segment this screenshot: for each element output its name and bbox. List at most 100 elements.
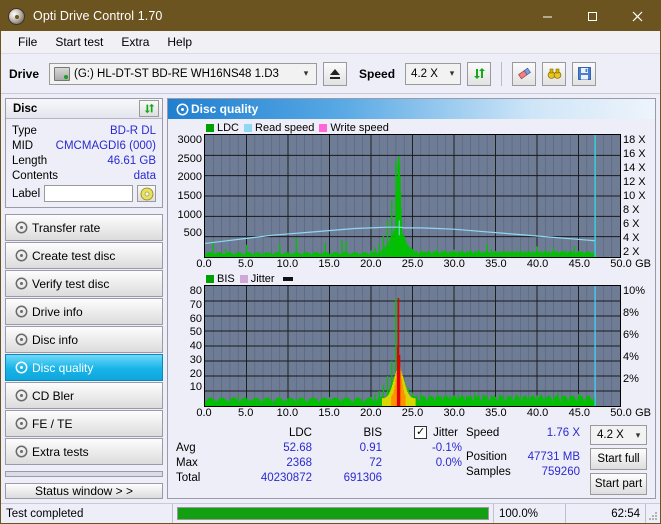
y-axis-right-bottom: 10% 8% 6% 4% 2% 0 <box>621 285 653 407</box>
resize-grip-icon[interactable] <box>646 504 660 523</box>
stats-row-speed: Speed 1.76 X <box>466 425 586 440</box>
y-tick: 10 <box>189 381 202 394</box>
y2-tick: 6% <box>623 329 639 341</box>
y2-tick: 6 X <box>623 218 640 230</box>
app-disc-icon <box>8 7 25 25</box>
progress-fill <box>178 508 488 519</box>
stats-header-bis: BIS <box>363 426 382 439</box>
sidebar-item-label: FE / TE <box>32 416 73 431</box>
menu-item-start-test[interactable]: Start test <box>46 33 112 51</box>
sidebar-item-cd-bler[interactable]: CD Bler <box>5 382 163 409</box>
stats-value-ldc: 40230872 <box>260 471 312 484</box>
x-axis-bottom: 0.0 5.0 10.0 15.0 20.0 25.0 30.0 35.0 40.0 45.0 50… <box>196 407 651 421</box>
sidebar-item-label: CD Bler <box>32 388 75 403</box>
elapsed-time: 62:54 <box>566 504 646 523</box>
close-icon[interactable] <box>615 1 660 31</box>
status-window-button[interactable]: Status window > > <box>5 483 163 499</box>
stats-row-label: Total <box>176 471 201 484</box>
legend-swatch <box>206 123 214 132</box>
sidebar-item-disc-info[interactable]: Disc info <box>5 326 163 353</box>
y-tick: 2500 <box>177 152 202 165</box>
maximize-icon[interactable] <box>570 1 615 31</box>
binoculars-icon[interactable] <box>542 61 567 86</box>
x-tick: 35.0 <box>485 407 507 419</box>
disc-panel: Disc Type BD-R DL MID CMCMAGDI6 (000) Le… <box>5 98 163 208</box>
chart-bis-jitter: BIS Jitter 80 70 60 50 40 30 20 10 10% 8… <box>170 272 653 421</box>
test-speed-select[interactable]: 4.2 X ▾ <box>590 425 647 445</box>
chevron-down-icon: ▾ <box>303 68 309 78</box>
title-bar: Opti Drive Control 1.70 <box>1 1 660 31</box>
disc-icon <box>10 221 32 234</box>
x-axis-unit: GB <box>635 258 651 270</box>
y2-tick: 2% <box>623 373 639 385</box>
drive-icon <box>54 66 71 81</box>
legend-swatch <box>239 274 248 283</box>
sidebar-item-drive-info[interactable]: Drive info <box>5 298 163 325</box>
save-icon[interactable] <box>572 61 597 86</box>
y2-tick: 8% <box>623 307 639 319</box>
disc-icon <box>10 445 32 458</box>
jitter-checkbox[interactable]: ✓ <box>414 426 428 439</box>
y-axis-left-bottom: 80 70 60 50 40 30 20 10 0 <box>170 285 204 407</box>
plot-top[interactable] <box>204 134 621 258</box>
menu-item-file[interactable]: File <box>9 33 46 51</box>
plot-bottom[interactable] <box>204 285 621 407</box>
refresh-icon[interactable] <box>467 61 492 86</box>
sidebar-item-create-test-disc[interactable]: Create test disc <box>5 242 163 269</box>
samples-value: 759260 <box>541 465 580 478</box>
sidebar-item-verify-test-disc[interactable]: Verify test disc <box>5 270 163 297</box>
drive-select[interactable]: (G:) HL-DT-ST BD-RE WH16NS48 1.D3 ▾ <box>49 62 318 85</box>
x-tick: 0.0 <box>196 258 212 270</box>
toolbar-divider <box>501 61 503 86</box>
eject-button[interactable] <box>323 61 348 86</box>
y2-tick: 12 X <box>623 176 646 188</box>
x-tick: 30.0 <box>443 407 465 419</box>
disc-icon <box>173 103 191 116</box>
stats-header-row: LDC BIS ✓ Jitter <box>176 425 466 440</box>
sidebar-item-extra-tests[interactable]: Extra tests <box>5 438 163 465</box>
x-tick: 5.0 <box>238 407 254 419</box>
legend-entry-ldc: LDC <box>206 122 239 134</box>
stats-value-bis: 0.91 <box>359 441 382 454</box>
sidebar-nav: Transfer rate Create test disc Verify te… <box>5 214 163 465</box>
stats-value-bis: 691306 <box>343 471 382 484</box>
x-tick: 20.0 <box>360 258 382 270</box>
cd-icon[interactable] <box>137 185 156 202</box>
y-tick: 30 <box>189 353 202 366</box>
disc-row-value: CMCMAGDI6 (000) <box>55 139 156 152</box>
start-part-button[interactable]: Start part <box>590 473 647 495</box>
legend-label: Read speed <box>255 121 315 134</box>
stats-measurements: Speed 1.76 X Position 47731 MB Samples 7… <box>466 425 586 495</box>
x-tick: 15.0 <box>318 407 340 419</box>
stats-value-bis: 72 <box>369 456 382 469</box>
menu-item-extra[interactable]: Extra <box>112 33 158 51</box>
sidebar-item-disc-quality[interactable]: Disc quality <box>5 354 163 381</box>
minimize-icon[interactable] <box>525 1 570 31</box>
jitter-toggle[interactable]: ✓ Jitter <box>382 426 462 439</box>
y-tick: 20 <box>189 367 202 380</box>
speed-select[interactable]: 4.2 X ▾ <box>405 62 462 85</box>
start-full-button[interactable]: Start full <box>590 448 647 470</box>
x-tick: 40.0 <box>526 407 549 419</box>
x-tick: 45.0 <box>568 258 591 270</box>
legend-entry-write-speed: Write speed <box>319 122 389 134</box>
chart-ldc-read-speed: LDC Read speed Write speed 3000 2500 200… <box>170 121 653 272</box>
status-message: Test completed <box>1 504 173 523</box>
stats-row-label: Max <box>176 456 198 469</box>
disc-row-value: data <box>133 169 156 182</box>
refresh-icon[interactable] <box>139 100 159 117</box>
x-tick: 40.0 <box>526 258 549 270</box>
y-tick: 1500 <box>177 189 202 202</box>
test-speed-value: 4.2 X <box>597 429 624 441</box>
stats-row-label: Avg <box>176 441 196 454</box>
disc-label-input[interactable] <box>44 185 133 202</box>
legend-label: Jitter <box>250 272 275 285</box>
stats-value-jitter: 0.0% <box>435 456 462 469</box>
samples-label: Samples <box>466 465 511 478</box>
stats-row-avg: Avg 52.68 0.91 -0.1% <box>176 440 466 455</box>
legend-entry-bis: BIS <box>206 273 235 285</box>
sidebar-item-fe-te[interactable]: FE / TE <box>5 410 163 437</box>
eraser-icon[interactable] <box>512 61 537 86</box>
menu-item-help[interactable]: Help <box>158 33 201 51</box>
sidebar-item-transfer-rate[interactable]: Transfer rate <box>5 214 163 241</box>
